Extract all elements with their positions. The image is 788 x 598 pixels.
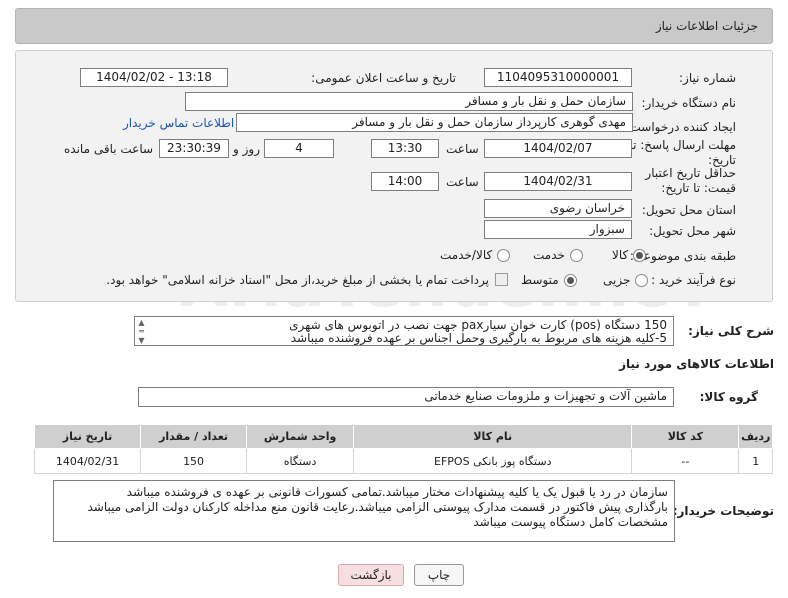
buyer-notes-label: توضیحات خریدار:	[672, 504, 774, 518]
row-qty: 150	[140, 448, 248, 474]
creator-field: مهدی گوهری کارپرداز سازمان حمل و نقل بار…	[236, 113, 633, 132]
price-valid-time-field: 14:00	[371, 172, 439, 191]
col-index: ردیف	[738, 424, 773, 449]
need-number-field: 1104095310000001	[484, 68, 632, 87]
buyer-contact-link[interactable]: اطلاعات تماس خریدار	[123, 116, 234, 130]
announce-label: تاریخ و ساعت اعلان عمومی:	[311, 71, 456, 85]
price-valid-label: حداقل تاریخ اعتبار قیمت: تا تاریخ:	[645, 166, 736, 195]
price-valid-time-label: ساعت	[446, 175, 479, 189]
description-textarea[interactable]: 150 دستگاه (pos) کارت خوان سیارpax جهت ن…	[134, 316, 674, 346]
description-scroll-arrows-icon[interactable]: ▲ ═ ▼	[136, 318, 147, 345]
goods-table-header: ردیف کد کالا نام کالا واحد شمارش تعداد /…	[33, 424, 773, 449]
buyer-notes-line-3: مشخصات کامل دستگاه پیوست میباشد	[473, 515, 668, 529]
buyer-notes-textarea[interactable]: سازمان در رد یا قبول یک یا کلیه پیشنهادا…	[53, 480, 675, 542]
description-label: شرح کلی نیاز:	[688, 324, 774, 338]
buyer-org-label: نام دستگاه خریدار:	[641, 96, 737, 110]
category-option-goods[interactable]: کالا	[612, 248, 647, 262]
price-valid-date-field: 1404/02/31	[484, 172, 632, 191]
table-row: 1 -- دستگاه پوز بانکی EFPOS دستگاه 150 1…	[33, 448, 773, 474]
category-option-both[interactable]: کالا/خدمت	[440, 248, 511, 262]
category-goods-radio[interactable]	[633, 248, 647, 262]
row-date: 1404/02/31	[33, 448, 142, 474]
creator-label: ایجاد کننده درخواست:	[625, 120, 736, 134]
days-label: روز و	[233, 142, 260, 156]
buyer-org-field: سازمان حمل و نقل بار و مسافر	[185, 92, 633, 111]
row-name: دستگاه پوز بانکی EFPOS	[353, 448, 633, 474]
page-header: جزئیات اطلاعات نیاز	[15, 8, 773, 44]
process-label: نوع فرآیند خرید :	[651, 273, 736, 287]
row-unit: دستگاه	[246, 448, 355, 474]
category-service-radio[interactable]	[569, 248, 583, 262]
print-button[interactable]: چاپ	[414, 564, 464, 586]
page-title: جزئیات اطلاعات نیاز	[655, 19, 758, 33]
days-field: 4	[264, 139, 334, 158]
back-button[interactable]: بازگشت	[338, 564, 404, 586]
goods-group-label: گروه کالا:	[699, 390, 758, 404]
process-medium-radio[interactable]	[563, 273, 577, 287]
row-code: --	[631, 448, 740, 474]
col-qty: تعداد / مقدار	[140, 424, 248, 449]
deadline-label: مهلت ارسال پاسخ: تا تاریخ:	[629, 138, 736, 167]
row-index: 1	[738, 448, 773, 474]
need-number-label: شماره نیاز:	[679, 71, 736, 85]
col-code: کد کالا	[631, 424, 740, 449]
city-label: شهر محل تحویل:	[649, 224, 736, 238]
description-line-2: 5-کلیه هزینه های مربوط به بارگیری وحمل ا…	[290, 331, 667, 345]
buyer-notes-line-2: بارگذاری پیش فاکتور در قسمت مدارک پیوستی…	[87, 500, 668, 514]
col-unit: واحد شمارش	[246, 424, 355, 449]
announce-field: 1404/02/02 - 13:18	[80, 68, 228, 87]
treasury-payment-checkbox[interactable]	[495, 273, 508, 286]
goods-group-field: ماشین آلات و تجهیزات و ملزومات صنایع خدم…	[138, 387, 674, 407]
category-option-service[interactable]: خدمت	[533, 248, 583, 262]
buyer-notes-line-1: سازمان در رد یا قبول یک یا کلیه پیشنهادا…	[126, 485, 668, 499]
goods-section-title: اطلاعات کالاهای مورد نیاز	[619, 357, 774, 371]
remaining-label: ساعت باقی مانده	[64, 142, 154, 156]
province-label: استان محل تحویل:	[641, 203, 736, 217]
deadline-time-label: ساعت	[446, 142, 479, 156]
province-field: خراسان رضوی	[484, 199, 632, 218]
col-date: تاریخ نیاز	[33, 424, 142, 449]
process-option-minor[interactable]: جزیی	[603, 273, 649, 287]
payment-note: پرداخت تمام یا بخشی از مبلغ خرید،از محل …	[106, 273, 489, 287]
goods-table: ردیف کد کالا نام کالا واحد شمارش تعداد /…	[33, 424, 773, 474]
process-minor-radio[interactable]	[635, 273, 649, 287]
deadline-date-field: 1404/02/07	[484, 139, 632, 158]
category-both-radio[interactable]	[497, 248, 511, 262]
process-option-medium[interactable]: متوسط	[521, 273, 577, 287]
remaining-time-field: 23:30:39	[159, 139, 229, 158]
col-name: نام کالا	[353, 424, 633, 449]
city-field: سبزوار	[484, 220, 632, 239]
deadline-time-field: 13:30	[371, 139, 439, 158]
